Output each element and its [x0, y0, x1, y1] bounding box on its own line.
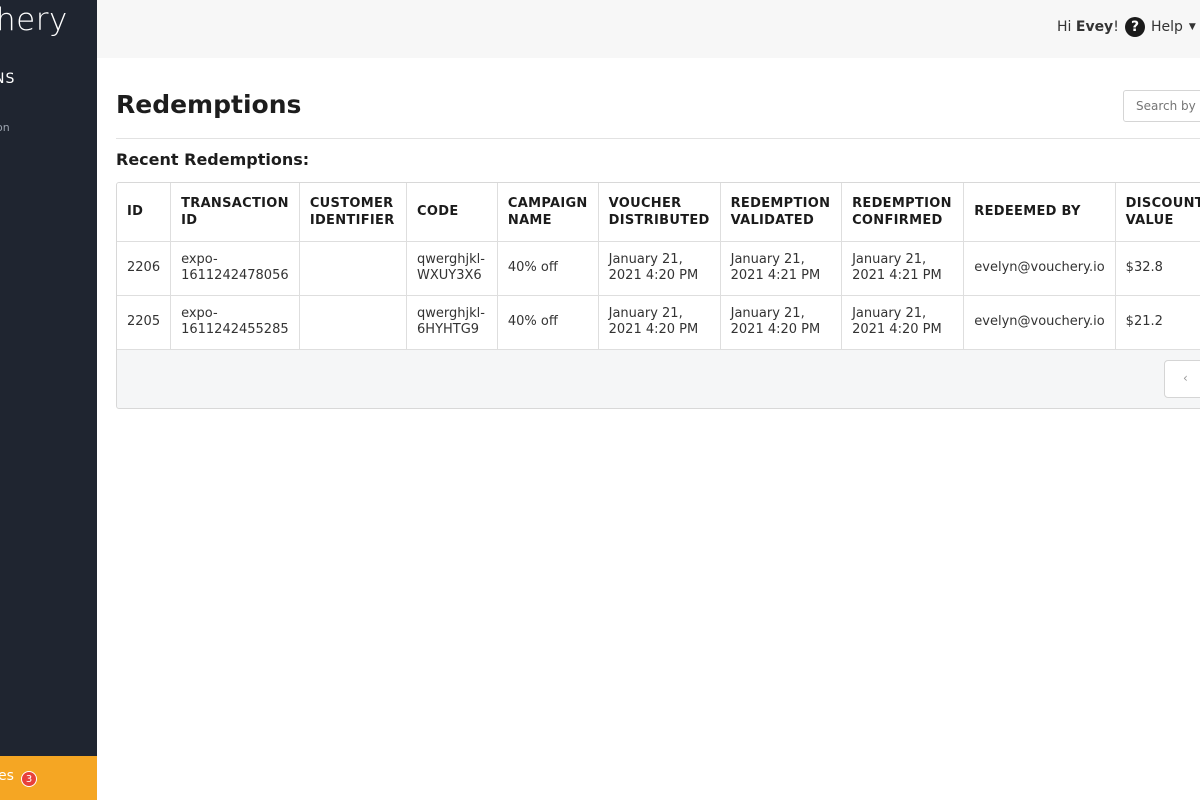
column-header[interactable]: CAMPAIGN NAME: [497, 183, 599, 242]
column-header[interactable]: REDEEMED BY: [963, 183, 1116, 242]
column-header[interactable]: ID: [117, 183, 172, 242]
search-input[interactable]: [1123, 90, 1200, 122]
help-menu-button[interactable]: ? Help ▼: [1125, 17, 1196, 37]
cell-id: 2206: [117, 241, 172, 296]
divider: [116, 138, 1200, 139]
column-header[interactable]: CUSTOMER IDENTIFIER: [299, 183, 408, 242]
cell-redeemed-by: evelyn@vouchery.io: [963, 241, 1116, 296]
cell-code: qwerghjkl-WXUY3X6: [406, 241, 498, 296]
cell-redemption-validated: January 21, 2021 4:21 PM: [720, 241, 843, 296]
sidebar-footer-button[interactable]: es 3: [0, 756, 97, 800]
cell-discount-value: $32.8: [1115, 241, 1200, 296]
sidebar: hery NS on es 3: [0, 0, 97, 800]
cell-campaign-name: 40% off: [497, 295, 599, 350]
cell-transaction-id: expo-1611242455285: [170, 295, 300, 350]
column-header[interactable]: REDEMPTION CONFIRMED: [841, 183, 965, 242]
cell-id: 2205: [117, 295, 172, 350]
section-title: Recent Redemptions:: [116, 150, 310, 169]
cell-voucher-distributed: January 21, 2021 4:20 PM: [598, 241, 721, 296]
sidebar-section-label[interactable]: NS: [0, 71, 15, 87]
column-header[interactable]: DISCOUNT VALUE: [1115, 183, 1200, 242]
cell-campaign-name: 40% off: [497, 241, 599, 296]
table-row[interactable]: 2205 expo-1611242455285 qwerghjkl-6HYHTG…: [117, 295, 1200, 350]
caret-down-icon: ▼: [1188, 22, 1196, 32]
column-header[interactable]: VOUCHER DISTRIBUTED: [598, 183, 721, 242]
sidebar-sub-item[interactable]: on: [0, 121, 10, 134]
column-header[interactable]: TRANSACTION ID: [170, 183, 300, 242]
column-header[interactable]: REDEMPTION VALIDATED: [720, 183, 843, 242]
top-bar: Hi Evey! ? Help ▼: [97, 0, 1200, 58]
cell-transaction-id: expo-1611242478056: [170, 241, 300, 296]
pagination-prev-button[interactable]: ‹: [1164, 360, 1200, 398]
page-title: Redemptions: [116, 90, 302, 119]
cell-redemption-confirmed: January 21, 2021 4:20 PM: [841, 295, 965, 350]
help-label: Help: [1151, 19, 1183, 35]
column-header[interactable]: CODE: [406, 183, 498, 242]
table-header-row: ID TRANSACTION ID CUSTOMER IDENTIFIER CO…: [117, 183, 1200, 242]
user-greeting: Hi Evey!: [1057, 19, 1119, 35]
cell-redemption-confirmed: January 21, 2021 4:21 PM: [841, 241, 965, 296]
chevron-left-icon: ‹: [1183, 371, 1188, 385]
user-name: Evey: [1075, 19, 1114, 35]
redemptions-table-container: ID TRANSACTION ID CUSTOMER IDENTIFIER CO…: [116, 182, 1200, 409]
cell-customer-identifier: [299, 295, 408, 350]
cell-redeemed-by: evelyn@vouchery.io: [963, 295, 1116, 350]
cell-customer-identifier: [299, 241, 408, 296]
table-row[interactable]: 2206 expo-1611242478056 qwerghjkl-WXUY3X…: [117, 241, 1200, 296]
app-logo[interactable]: hery: [0, 2, 68, 38]
cell-voucher-distributed: January 21, 2021 4:20 PM: [598, 295, 721, 350]
redemptions-table: ID TRANSACTION ID CUSTOMER IDENTIFIER CO…: [117, 183, 1200, 350]
cell-code: qwerghjkl-6HYHTG9: [406, 295, 498, 350]
cell-discount-value: $21.2: [1115, 295, 1200, 350]
sidebar-footer-label: es: [0, 768, 14, 784]
notification-badge: 3: [21, 771, 37, 787]
question-circle-icon: ?: [1125, 17, 1145, 37]
cell-redemption-validated: January 21, 2021 4:20 PM: [720, 295, 843, 350]
